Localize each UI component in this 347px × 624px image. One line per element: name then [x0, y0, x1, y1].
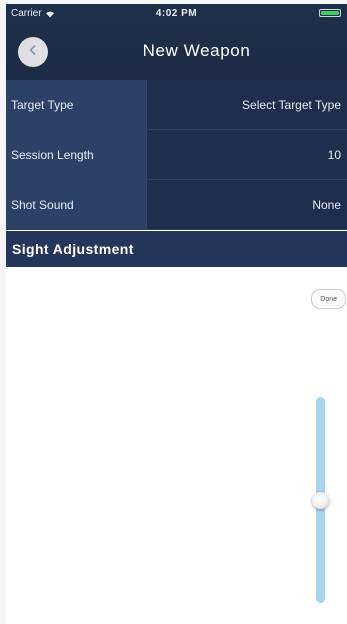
- row-label: Shot Sound: [6, 180, 147, 229]
- page-title: New Weapon: [142, 41, 251, 60]
- done-button[interactable]: Done: [311, 289, 346, 309]
- sight-adjustment-slider[interactable]: [312, 397, 329, 603]
- row-value: 10: [327, 147, 341, 162]
- navigation-bar: New Weapon: [6, 24, 347, 80]
- row-shot-sound[interactable]: Shot Sound None: [6, 180, 347, 230]
- sight-adjustment-panel: Done: [6, 267, 347, 624]
- battery-icon: [319, 9, 341, 17]
- row-value: None: [312, 197, 341, 212]
- row-value: Select Target Type: [242, 97, 341, 112]
- row-label: Session Length: [6, 130, 147, 179]
- status-bar: Carrier 4:02 PM: [6, 4, 347, 24]
- app-screen: Carrier 4:02 PM New Weapon Target Type S…: [6, 4, 347, 624]
- settings-list: Target Type Select Target Type Session L…: [6, 80, 347, 230]
- section-header-sight-adjustment: Sight Adjustment: [6, 231, 347, 267]
- row-session-length[interactable]: Session Length 10: [6, 130, 347, 180]
- battery-level: [321, 11, 339, 15]
- status-time: 4:02 PM: [155, 8, 198, 19]
- slider-thumb[interactable]: [312, 492, 329, 509]
- row-label: Target Type: [6, 80, 147, 129]
- row-target-type[interactable]: Target Type Select Target Type: [6, 80, 347, 130]
